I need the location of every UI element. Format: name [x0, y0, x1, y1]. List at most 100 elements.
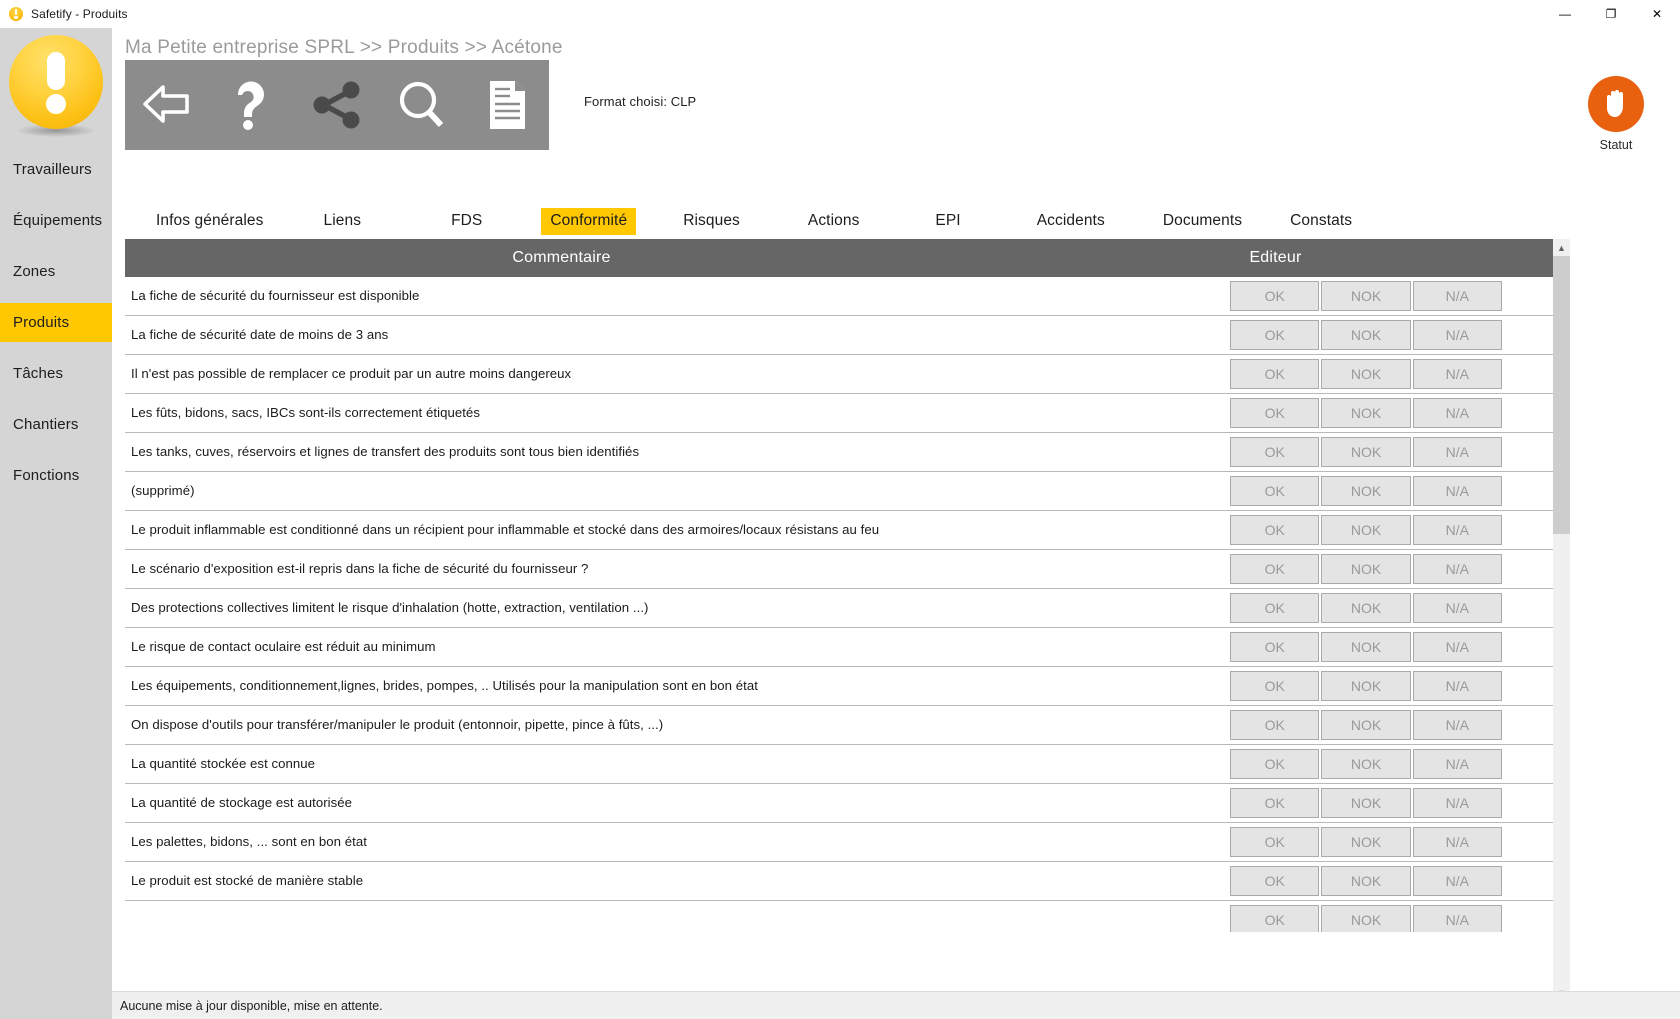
na-button[interactable]: N/A	[1412, 866, 1502, 896]
row-label: Les tanks, cuves, réservoirs et lignes d…	[131, 443, 640, 459]
nok-button[interactable]: NOK	[1321, 788, 1411, 818]
ok-button[interactable]: OK	[1230, 359, 1320, 389]
na-button[interactable]: N/A	[1412, 515, 1502, 545]
nok-button[interactable]: NOK	[1321, 593, 1411, 623]
vertical-scrollbar[interactable]: ▲ ▼	[1553, 239, 1570, 1001]
tab-actions[interactable]: Actions	[799, 208, 869, 235]
statut-button[interactable]: Statut	[1578, 76, 1654, 152]
sidebar-item-chantiers[interactable]: Chantiers	[0, 405, 112, 444]
ok-button[interactable]: OK	[1230, 281, 1320, 311]
nok-button[interactable]: NOK	[1321, 398, 1411, 428]
na-button[interactable]: N/A	[1412, 476, 1502, 506]
document-button[interactable]	[464, 60, 549, 150]
nok-button[interactable]: NOK	[1321, 632, 1411, 662]
nok-button[interactable]: NOK	[1321, 671, 1411, 701]
tab-accidents[interactable]: Accidents	[1028, 208, 1114, 235]
tab-conformite[interactable]: Conformité	[541, 208, 637, 235]
nok-button[interactable]: NOK	[1321, 749, 1411, 779]
scroll-up-arrow-icon[interactable]: ▲	[1553, 239, 1570, 256]
ok-button[interactable]: OK	[1230, 320, 1320, 350]
share-icon	[311, 80, 363, 130]
sidebar-item-label: Fonctions	[13, 467, 80, 484]
row-label: Les palettes, bidons, ... sont en bon ét…	[131, 833, 367, 849]
sidebar-item-equipements[interactable]: Équipements	[0, 201, 112, 240]
nok-button[interactable]: NOK	[1321, 320, 1411, 350]
sidebar-item-taches[interactable]: Tâches	[0, 354, 112, 393]
ok-button[interactable]: OK	[1230, 905, 1320, 932]
sidebar-item-label: Équipements	[13, 212, 103, 229]
nok-button[interactable]: NOK	[1321, 905, 1411, 932]
tab-liens[interactable]: Liens	[315, 208, 371, 235]
scrollbar-thumb[interactable]	[1553, 256, 1570, 534]
ok-button[interactable]: OK	[1230, 515, 1320, 545]
nok-button[interactable]: NOK	[1321, 476, 1411, 506]
ok-button[interactable]: OK	[1230, 788, 1320, 818]
row-actions: OK NOK N/A	[1230, 632, 1522, 662]
ok-button[interactable]: OK	[1230, 827, 1320, 857]
row-label: Le scénario d'exposition est-il repris d…	[131, 560, 589, 576]
sidebar-item-label: Zones	[13, 263, 56, 280]
search-button[interactable]	[379, 60, 464, 150]
na-button[interactable]: N/A	[1412, 398, 1502, 428]
minimize-button[interactable]: —	[1542, 0, 1588, 28]
ok-button[interactable]: OK	[1230, 749, 1320, 779]
na-button[interactable]: N/A	[1412, 827, 1502, 857]
back-button[interactable]	[125, 60, 210, 150]
share-button[interactable]	[295, 60, 380, 150]
help-button[interactable]	[210, 60, 295, 150]
tab-label: Infos générales	[156, 212, 264, 229]
toolbar	[125, 60, 549, 150]
ok-button[interactable]: OK	[1230, 593, 1320, 623]
ok-button[interactable]: OK	[1230, 866, 1320, 896]
tab-constats[interactable]: Constats	[1281, 208, 1361, 235]
window-title: Safetify - Produits	[31, 7, 128, 21]
na-button[interactable]: N/A	[1412, 437, 1502, 467]
tab-infos-generales[interactable]: Infos générales	[147, 208, 273, 235]
ok-button[interactable]: OK	[1230, 398, 1320, 428]
na-button[interactable]: N/A	[1412, 710, 1502, 740]
tab-label: Documents	[1162, 212, 1243, 229]
na-button[interactable]: N/A	[1412, 905, 1502, 932]
sidebar-item-fonctions[interactable]: Fonctions	[0, 456, 112, 495]
ok-button[interactable]: OK	[1230, 632, 1320, 662]
na-button[interactable]: N/A	[1412, 359, 1502, 389]
tab-epi[interactable]: EPI	[926, 208, 969, 235]
nok-button[interactable]: NOK	[1321, 437, 1411, 467]
row-label: Le produit est stocké de manière stable	[131, 872, 364, 888]
close-button[interactable]: ✕	[1634, 0, 1680, 28]
ok-button[interactable]: OK	[1230, 710, 1320, 740]
sidebar-item-produits[interactable]: Produits	[0, 303, 112, 342]
na-button[interactable]: N/A	[1412, 320, 1502, 350]
na-button[interactable]: N/A	[1412, 593, 1502, 623]
table-row: Il n'est pas possible de remplacer ce pr…	[125, 355, 1553, 394]
na-button[interactable]: N/A	[1412, 671, 1502, 701]
ok-button[interactable]: OK	[1230, 437, 1320, 467]
sidebar-item-travailleurs[interactable]: Travailleurs	[0, 150, 112, 189]
nok-button[interactable]: NOK	[1321, 827, 1411, 857]
nok-button[interactable]: NOK	[1321, 866, 1411, 896]
nok-button[interactable]: NOK	[1321, 515, 1411, 545]
sidebar-item-zones[interactable]: Zones	[0, 252, 112, 291]
stop-hand-icon	[1588, 76, 1644, 132]
nok-button[interactable]: NOK	[1321, 554, 1411, 584]
help-question-icon	[230, 79, 274, 131]
nok-button[interactable]: NOK	[1321, 359, 1411, 389]
tab-fds[interactable]: FDS	[442, 208, 491, 235]
row-actions: OK NOK N/A	[1230, 320, 1522, 350]
restore-button[interactable]: ❐	[1588, 0, 1634, 28]
ok-button[interactable]: OK	[1230, 671, 1320, 701]
sidebar-nav: Travailleurs Équipements Zones Produits …	[0, 150, 112, 495]
nok-button[interactable]: NOK	[1321, 281, 1411, 311]
row-label: La quantité stockée est connue	[131, 755, 316, 771]
na-button[interactable]: N/A	[1412, 788, 1502, 818]
tab-label: Liens	[323, 212, 362, 229]
ok-button[interactable]: OK	[1230, 554, 1320, 584]
tab-documents[interactable]: Documents	[1154, 208, 1251, 235]
tab-risques[interactable]: Risques	[674, 208, 749, 235]
ok-button[interactable]: OK	[1230, 476, 1320, 506]
na-button[interactable]: N/A	[1412, 554, 1502, 584]
na-button[interactable]: N/A	[1412, 632, 1502, 662]
na-button[interactable]: N/A	[1412, 281, 1502, 311]
na-button[interactable]: N/A	[1412, 749, 1502, 779]
nok-button[interactable]: NOK	[1321, 710, 1411, 740]
